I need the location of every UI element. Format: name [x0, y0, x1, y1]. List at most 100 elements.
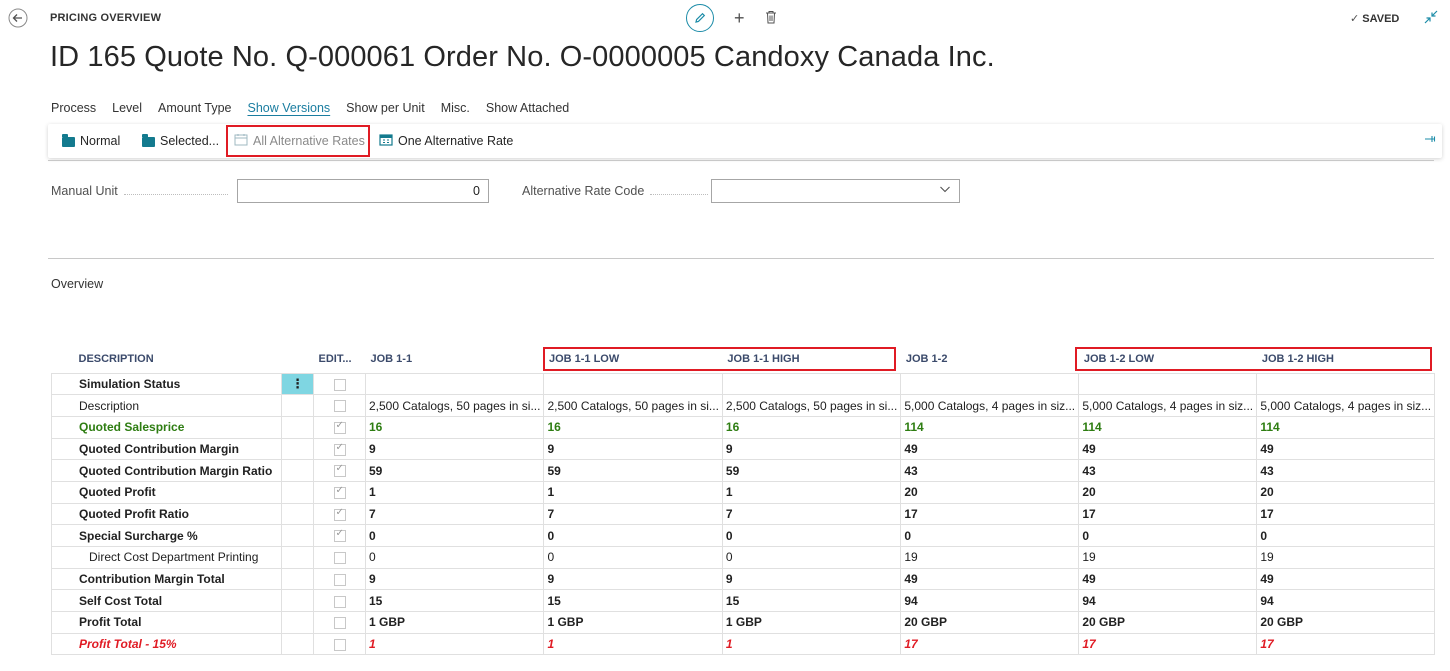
table-row[interactable]: Profit Total - 15% 1 1 1 17 17 17	[51, 632, 1436, 656]
table-cell[interactable]: 5,000 Catalogs, 4 pages in siz...	[900, 394, 1080, 417]
table-cell[interactable]: 9	[721, 437, 902, 461]
table-cell[interactable]: 17	[1078, 632, 1258, 656]
editable-checkbox[interactable]	[333, 573, 346, 586]
table-cell[interactable]: 0	[1256, 524, 1436, 547]
table-cell[interactable]: 0	[364, 546, 545, 569]
editable-checkbox[interactable]	[333, 507, 346, 521]
table-cell[interactable]: 5,000 Catalogs, 4 pages in siz...	[1256, 394, 1436, 417]
table-cell[interactable]: 94	[900, 589, 1080, 613]
row-label[interactable]: Self Cost Total	[51, 589, 282, 613]
table-row[interactable]: Profit Total 1 GBP 1 GBP 1 GBP 20 GBP 20 GBP 2…	[51, 611, 1436, 634]
col-header-job11-high[interactable]: JOB 1-1 HIGH	[722, 346, 900, 373]
menu-misc[interactable]: Misc.	[441, 101, 470, 115]
table-cell[interactable]: 114	[1078, 415, 1258, 439]
table-cell[interactable]: 1 GBP	[543, 611, 723, 634]
row-label[interactable]: Quoted Contribution Margin Ratio	[51, 459, 282, 482]
table-cell[interactable]: 0	[721, 546, 902, 569]
table-row[interactable]: Description 2,500 Catalogs, 50 pages in s…	[51, 394, 1436, 417]
table-row[interactable]: Quoted Profit111202020	[51, 480, 1436, 504]
table-cell[interactable]: 59	[364, 459, 545, 482]
all-alternative-rates-button[interactable]: All Alternative Rates	[234, 124, 365, 158]
table-cell[interactable]: 49	[900, 567, 1080, 591]
table-cell[interactable]: 43	[900, 459, 1080, 482]
table-cell[interactable]: 9	[543, 437, 723, 461]
table-cell[interactable]	[1256, 372, 1436, 396]
table-cell[interactable]: 1	[721, 632, 902, 656]
col-header-description[interactable]: DESCRIPTION	[52, 346, 282, 373]
table-cell[interactable]: 49	[1256, 567, 1436, 591]
table-cell[interactable]: 0	[1078, 524, 1258, 547]
table-cell[interactable]	[364, 372, 545, 396]
row-label[interactable]: Quoted Profit Ratio	[51, 502, 282, 526]
table-cell[interactable]: 114	[1256, 415, 1436, 439]
table-cell[interactable]: 7	[364, 502, 545, 526]
table-cell[interactable]: 43	[1256, 459, 1436, 482]
editable-checkbox[interactable]	[333, 485, 346, 500]
editable-checkbox[interactable]	[333, 552, 346, 565]
table-cell[interactable]: 49	[1078, 567, 1258, 591]
table-cell[interactable]: 114	[900, 415, 1080, 439]
table-cell[interactable]: 20	[1078, 480, 1258, 504]
table-cell[interactable]: 7	[721, 502, 902, 526]
table-cell[interactable]: 20	[900, 480, 1080, 504]
table-cell[interactable]: 16	[543, 415, 723, 439]
table-cell[interactable]: 20 GBP	[1078, 611, 1258, 634]
table-cell[interactable]: 2,500 Catalogs, 50 pages in si...	[721, 394, 902, 417]
table-cell[interactable]: 9	[364, 437, 545, 461]
table-cell[interactable]: 1	[543, 480, 723, 504]
menu-level[interactable]: Level	[112, 101, 142, 115]
row-label[interactable]: Direct Cost Department Printing	[51, 546, 282, 569]
table-cell[interactable]: 5,000 Catalogs, 4 pages in siz...	[1078, 394, 1258, 417]
table-cell[interactable]: 0	[543, 524, 723, 547]
table-cell[interactable]: 9	[364, 567, 545, 591]
table-cell[interactable]: 0	[543, 546, 723, 569]
table-cell[interactable]: 1 GBP	[721, 611, 902, 634]
table-cell[interactable]	[900, 372, 1080, 396]
table-row[interactable]: Quoted Contribution Margin Ratio59595943…	[51, 459, 1436, 482]
back-arrow-icon[interactable]	[8, 8, 32, 30]
pin-icon[interactable]	[1424, 133, 1436, 147]
row-label[interactable]: Profit Total	[51, 611, 282, 634]
table-cell[interactable]: 2,500 Catalogs, 50 pages in si...	[543, 394, 723, 417]
table-row[interactable]: Self Cost Total 15 15 15 94 94 94	[51, 589, 1436, 613]
table-cell[interactable]: 0	[900, 524, 1080, 547]
table-cell[interactable]: 1	[543, 632, 723, 656]
table-cell[interactable]: 19	[1078, 546, 1258, 569]
table-cell[interactable]: 0	[364, 524, 545, 547]
table-cell[interactable]: 17	[1256, 502, 1436, 526]
table-cell[interactable]: 20	[1256, 480, 1436, 504]
table-row[interactable]: Simulation Status ⋮	[51, 372, 1436, 396]
table-cell[interactable]: 1	[364, 480, 545, 504]
editable-checkbox[interactable]	[333, 420, 346, 435]
table-cell[interactable]	[1078, 372, 1258, 396]
row-label[interactable]: Contribution Margin Total	[51, 567, 282, 591]
table-cell[interactable]: 17	[1256, 632, 1436, 656]
table-cell[interactable]: 1	[364, 632, 545, 656]
col-header-job11-low[interactable]: JOB 1-1 LOW	[544, 346, 722, 373]
table-cell[interactable]	[543, 372, 723, 396]
table-cell[interactable]: 94	[1078, 589, 1258, 613]
normal-button[interactable]: Normal	[62, 124, 120, 158]
menu-show-attached[interactable]: Show Attached	[486, 101, 569, 115]
table-cell[interactable]: 16	[721, 415, 902, 439]
editable-checkbox[interactable]	[333, 528, 346, 543]
row-label[interactable]: Profit Total - 15%	[51, 632, 282, 656]
selected-button[interactable]: Selected...	[142, 124, 219, 158]
alternative-rate-code-select[interactable]	[711, 179, 960, 203]
table-cell[interactable]: 15	[543, 589, 723, 613]
col-header-job11[interactable]: JOB 1-1	[366, 346, 544, 373]
table-row[interactable]: Contribution Margin Total 9 9 9 49 49 49	[51, 567, 1436, 591]
table-cell[interactable]: 17	[1078, 502, 1258, 526]
row-label[interactable]: Quoted Profit	[51, 480, 282, 504]
edit-pencil-icon[interactable]	[686, 4, 714, 32]
menu-show-per-unit[interactable]: Show per Unit	[346, 101, 425, 115]
col-header-job12-low[interactable]: JOB 1-2 LOW	[1079, 346, 1257, 373]
table-cell[interactable]: 15	[721, 589, 902, 613]
menu-process[interactable]: Process	[51, 101, 96, 115]
table-cell[interactable]: 2,500 Catalogs, 50 pages in si...	[364, 394, 545, 417]
row-label[interactable]: Simulation Status	[51, 372, 282, 396]
table-cell[interactable]: 7	[543, 502, 723, 526]
row-label[interactable]: Special Surcharge %	[51, 524, 282, 547]
table-cell[interactable]: 0	[721, 524, 902, 547]
table-cell[interactable]: 9	[543, 567, 723, 591]
